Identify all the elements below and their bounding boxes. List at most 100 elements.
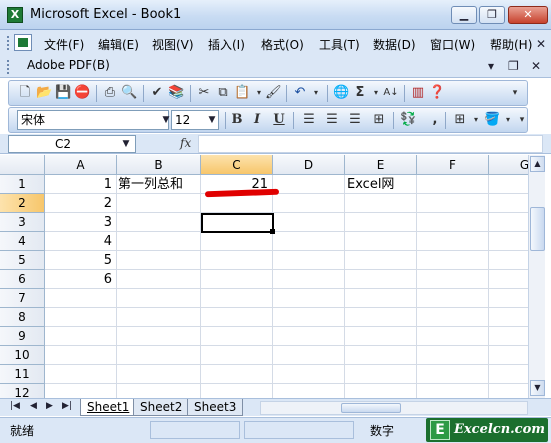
vertical-scrollbar[interactable]: ▲ ▼ (528, 155, 545, 398)
open-folder-icon[interactable]: 📂 (36, 85, 52, 101)
sheet-tab-2[interactable]: Sheet2 (133, 399, 190, 416)
menu-file[interactable]: 文件(F) (44, 36, 84, 53)
sheet-tab-3[interactable]: Sheet3 (187, 399, 244, 416)
align-right-icon[interactable]: ☰ (347, 112, 363, 128)
comma-style-icon[interactable]: , (427, 112, 443, 128)
menu-help[interactable]: 帮助(H) (490, 36, 532, 53)
copy-icon[interactable]: ⧉ (215, 85, 231, 101)
font-size-dropdown-icon[interactable]: ▼ (205, 110, 219, 130)
menu-grip-handle[interactable] (7, 36, 10, 50)
row-header-11[interactable]: 11 (0, 365, 45, 384)
row-header-4[interactable]: 4 (0, 232, 45, 251)
undo-icon[interactable]: ↶ (292, 85, 308, 101)
first-sheet-icon[interactable]: |◀ (10, 401, 20, 411)
minimize-button[interactable]: ▁ (451, 6, 477, 24)
row-header-8[interactable]: 8 (0, 308, 45, 327)
toolbar-options-icon[interactable]: ▾ (514, 112, 530, 128)
row-header-6[interactable]: 6 (0, 270, 45, 289)
research-icon[interactable]: 📚 (168, 85, 184, 101)
print-preview-icon[interactable]: 🔍 (121, 85, 137, 101)
column-header-c[interactable]: C (201, 155, 273, 175)
menu-data[interactable]: 数据(D) (373, 36, 416, 53)
excel-app-icon[interactable]: X (7, 7, 23, 23)
cell-a3[interactable]: 3 (45, 213, 116, 232)
horizontal-scroll-thumb[interactable] (341, 403, 401, 413)
fill-handle[interactable] (270, 229, 275, 234)
menu-tools[interactable]: 工具(T) (319, 36, 360, 53)
column-header-g[interactable]: G (489, 155, 528, 175)
restore-window-icon[interactable]: ❐ (508, 59, 519, 73)
cell-a1[interactable]: 1 (45, 175, 116, 194)
last-sheet-icon[interactable]: ▶| (62, 401, 72, 411)
column-header-f[interactable]: F (417, 155, 489, 175)
active-cell-c2[interactable] (201, 213, 274, 233)
scroll-down-icon[interactable]: ▼ (530, 380, 545, 396)
row-header-5[interactable]: 5 (0, 251, 45, 270)
formula-input[interactable] (198, 135, 543, 153)
cell-a5[interactable]: 5 (45, 251, 116, 270)
cell-a4[interactable]: 4 (45, 232, 116, 251)
menu-format[interactable]: 格式(O) (261, 36, 304, 53)
cut-icon[interactable]: ✂ (196, 85, 212, 101)
row-header-1[interactable]: 1 (0, 175, 45, 194)
menu-view[interactable]: 视图(V) (152, 36, 194, 53)
adobe-grip-handle[interactable] (7, 60, 10, 74)
hyperlink-icon[interactable]: 🌐 (333, 85, 349, 101)
chart-wizard-icon[interactable]: ▥ (410, 85, 426, 101)
autosum-dropdown-icon[interactable]: ▾ (368, 85, 384, 101)
row-header-9[interactable]: 9 (0, 327, 45, 346)
cell-e1[interactable]: Excel网 (347, 175, 417, 194)
scroll-up-icon[interactable]: ▲ (530, 156, 545, 172)
maximize-button[interactable]: ❐ (479, 6, 505, 24)
align-center-icon[interactable]: ☰ (324, 112, 340, 128)
menu-edit[interactable]: 编辑(E) (98, 36, 139, 53)
borders-dropdown-icon[interactable]: ▾ (468, 112, 484, 128)
underline-button[interactable]: U (271, 112, 287, 128)
row-header-3[interactable]: 3 (0, 213, 45, 232)
currency-icon[interactable]: 💱 (400, 112, 416, 128)
toolbar-options-icon[interactable]: ▾ (507, 85, 523, 101)
column-header-d[interactable]: D (273, 155, 345, 175)
column-header-a[interactable]: A (45, 155, 117, 175)
row-header-10[interactable]: 10 (0, 346, 45, 365)
close-button[interactable]: ✕ (508, 6, 548, 24)
row-header-7[interactable]: 7 (0, 289, 45, 308)
close-window-icon[interactable]: ✕ (531, 59, 541, 73)
cell-a6[interactable]: 6 (45, 270, 116, 289)
format-painter-icon[interactable]: 🖌 (265, 85, 282, 101)
new-document-icon[interactable]: 🗋 (17, 85, 33, 101)
horizontal-scrollbar[interactable] (260, 401, 528, 415)
font-name-box[interactable]: 宋体 (17, 110, 169, 130)
menu-insert[interactable]: 插入(I) (208, 36, 245, 53)
borders-icon[interactable]: ⊞ (452, 112, 468, 128)
menu-adobe-pdf[interactable]: Adobe PDF(B) (27, 58, 110, 72)
bold-button[interactable]: B (229, 112, 245, 128)
cell-b1[interactable]: 第一列总和 (118, 175, 200, 194)
column-header-e[interactable]: E (345, 155, 417, 175)
select-all-corner[interactable] (0, 155, 45, 175)
spelling-icon[interactable]: ✔ (149, 85, 165, 101)
toolbar-minimize-icon[interactable]: ▾ (488, 59, 494, 73)
merge-center-icon[interactable]: ⊞ (371, 112, 387, 128)
name-box[interactable]: C2 (8, 135, 136, 153)
permission-icon[interactable]: ⛔ (74, 85, 90, 101)
close-document-icon[interactable]: ✕ (536, 37, 546, 51)
row-header-12[interactable]: 12 (0, 384, 45, 398)
insert-function-icon[interactable]: fx (180, 136, 191, 150)
next-sheet-icon[interactable]: ▶ (46, 401, 53, 411)
print-icon[interactable]: ⎙ (102, 85, 118, 101)
row-header-2[interactable]: 2 (0, 194, 45, 213)
save-icon[interactable]: 💾 (55, 85, 71, 101)
document-icon[interactable] (14, 34, 32, 51)
prev-sheet-icon[interactable]: ◀ (30, 401, 37, 411)
worksheet-grid[interactable]: A B C D E F G 1 2 3 4 5 6 7 8 9 10 11 12… (0, 155, 528, 398)
column-header-b[interactable]: B (117, 155, 201, 175)
menu-window[interactable]: 窗口(W) (430, 36, 475, 53)
help-icon[interactable]: ❓ (429, 85, 445, 101)
undo-dropdown-icon[interactable]: ▾ (308, 85, 324, 101)
paste-icon[interactable]: 📋 (234, 85, 250, 101)
name-box-dropdown-icon[interactable]: ▼ (118, 135, 134, 153)
fill-color-icon[interactable]: 🪣 (484, 112, 500, 128)
sheet-tab-1[interactable]: Sheet1 (80, 399, 137, 416)
italic-button[interactable]: I (249, 112, 265, 128)
